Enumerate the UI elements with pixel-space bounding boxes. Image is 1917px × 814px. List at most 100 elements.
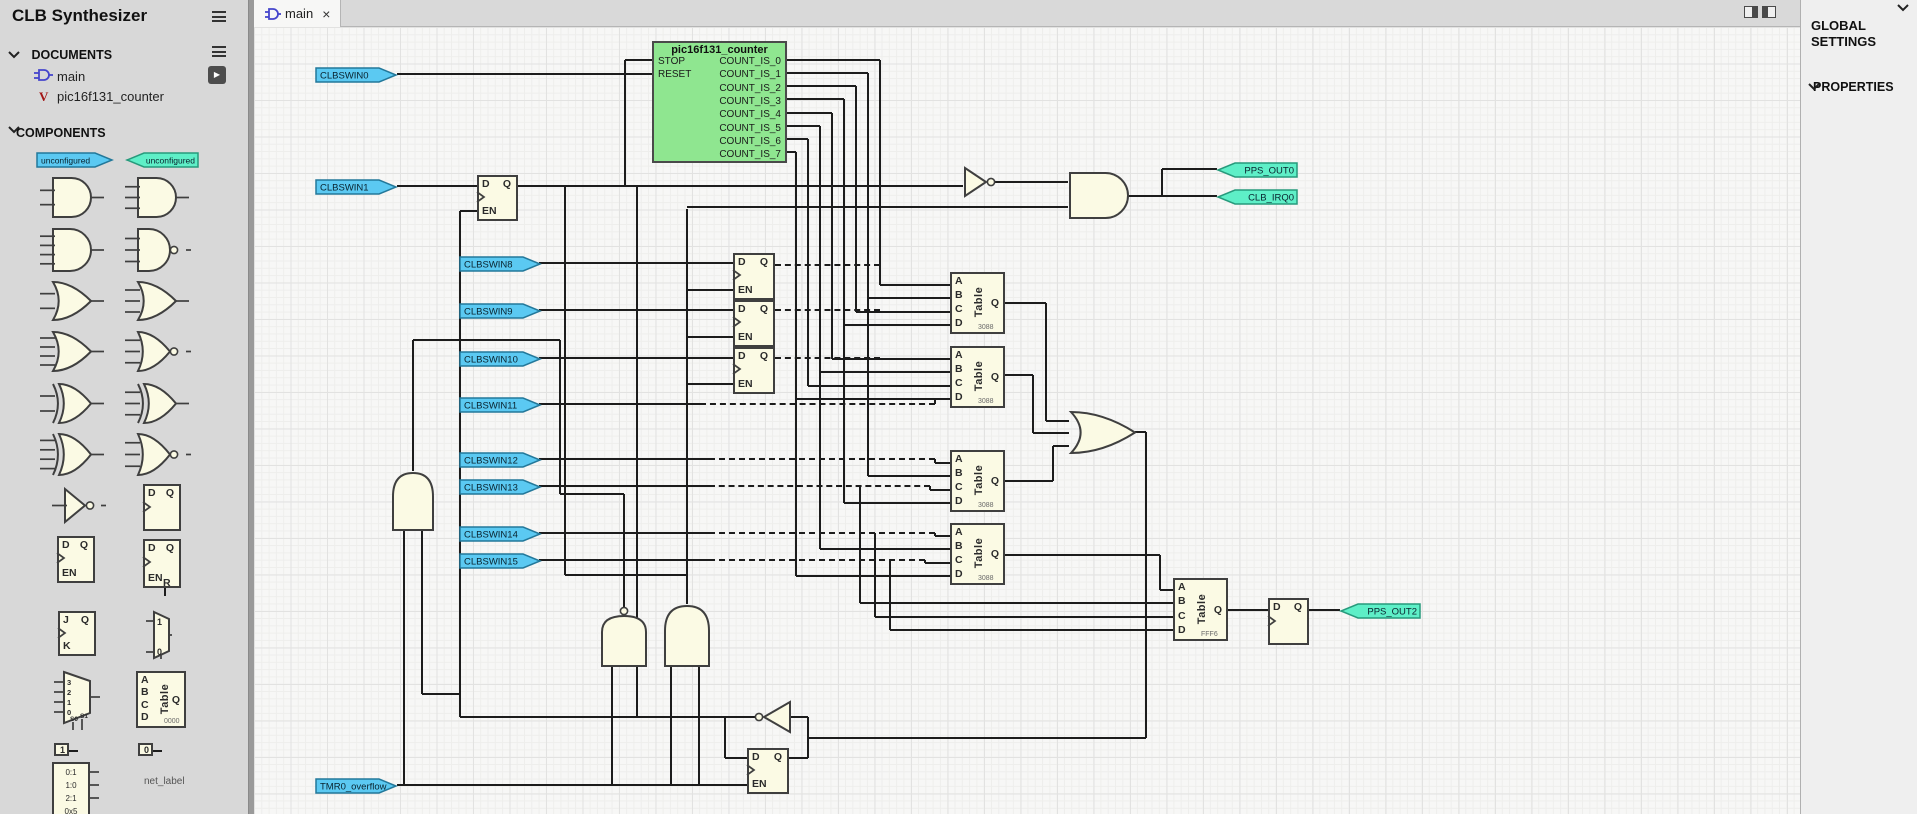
andup-gate[interactable] [391,471,435,532]
split-pane-left-icon[interactable] [1744,6,1758,18]
wire [790,716,808,718]
palette-item-xor2[interactable] [40,381,104,426]
notleft-gate[interactable] [752,700,792,734]
schematic-input-pin[interactable]: CLBSWIN1 [315,179,398,196]
wire [787,59,880,61]
lut-table[interactable]: ABCDTableQ3088 [950,346,1005,408]
palette-item-xor4[interactable] [40,431,104,478]
schematic-input-pin[interactable]: CLBSWIN11 [459,397,542,414]
schematic-canvas[interactable]: CLBSWIN0 CLBSWIN1 CLBSWIN8 CLBSWIN9 CLBS… [254,27,1800,814]
wire [855,86,857,312]
palette-item-and3[interactable] [125,176,189,219]
label: B [141,686,149,698]
palette-item-and2[interactable] [40,176,104,219]
palette-item-nand3[interactable] [125,227,191,273]
palette-item-mux2[interactable]: 1 0 [146,611,172,659]
d-flipflop[interactable]: DQEN [733,300,775,347]
lut-table[interactable]: ABCDTableQFFF6 [1173,578,1228,641]
palette-item-or2[interactable] [40,279,104,323]
chevron-down-icon[interactable] [1897,4,1909,12]
palette-item-constant[interactable]: 1 [54,743,69,756]
svg-text:unconfigured: unconfigured [146,156,195,166]
clb-synthesizer-app: CLB Synthesizer DOCUMENTS main ▶ V pic16… [0,0,1917,814]
label: Q [760,350,768,362]
global-settings-title-line1: GLOBAL [1811,18,1866,33]
label: COUNT_IS_0 [719,56,781,67]
documents-section-header[interactable]: DOCUMENTS [8,48,112,62]
label: C [955,481,963,493]
palette-item-or3[interactable] [125,279,189,323]
svg-text:1:0: 1:0 [65,781,77,790]
palette-item-counter[interactable]: 0:11:02:10x5 [52,762,101,814]
hdl-block-pic16f131-counter[interactable]: pic16f131_counterSTOPRESETCOUNT_IS_0COUN… [652,41,787,163]
wire [856,311,950,313]
schematic-input-pin[interactable]: CLBSWIN9 [459,303,542,320]
palette-item-jk-ff[interactable]: JQK [58,611,96,656]
palette-item-xor3[interactable] [125,381,189,426]
or-gate[interactable] [1069,409,1137,456]
lut-table[interactable]: ABCDTableQ3088 [950,272,1005,334]
wire [1145,432,1147,738]
palette-item-net-label[interactable]: net_label [144,776,185,787]
svg-text:3: 3 [67,678,71,687]
palette-item-xnor3[interactable] [125,431,191,478]
tab-main[interactable]: main × [254,0,341,27]
palette-item-dff-en-r[interactable]: DQENR [143,539,181,588]
label: Q [991,548,999,560]
documents-menu-icon[interactable] [212,46,226,57]
split-pane-right-icon[interactable] [1762,6,1776,18]
schematic-input-pin[interactable]: CLBSWIN10 [459,351,542,368]
schematic-output-pin[interactable]: CLB_IRQ0 [1217,189,1299,206]
label: Table [973,361,985,391]
wire [460,210,477,212]
schematic-output-pin[interactable]: PPS_OUT2 [1340,603,1422,620]
schematic-input-pin[interactable]: CLBSWIN0 [315,67,398,84]
schematic-input-pin[interactable]: CLBSWIN8 [459,256,542,273]
wire [164,588,166,596]
label: COUNT_IS_3 [719,96,781,107]
close-tab-icon[interactable]: × [322,7,330,21]
schematic-input-pin[interactable]: TMR0_overflow [315,778,398,795]
palette-item-not[interactable] [52,487,106,524]
palette-item-output-pin[interactable]: unconfigured [126,152,200,169]
palette-item-dff-en[interactable]: DQEN [57,536,95,583]
andup-gate[interactable] [663,604,711,668]
palette-item-or4[interactable] [40,329,104,374]
d-flipflop[interactable]: DQ [1268,598,1309,645]
lut-table[interactable]: ABCDTableQ3088 [950,450,1005,512]
lut-table[interactable]: ABCDTableQ3088 [950,523,1005,585]
d-flipflop[interactable]: DQEN [477,175,518,221]
label: 1 [60,745,65,755]
nandup-gate[interactable] [600,606,648,668]
label: Q [991,297,999,309]
schematic-input-pin[interactable]: CLBSWIN15 [459,553,542,570]
palette-item-constant[interactable]: 0 [138,743,153,756]
schematic-input-pin[interactable]: CLBSWIN14 [459,526,542,543]
properties-section-header[interactable]: PROPERTIES [1808,80,1894,94]
d-flipflop[interactable]: DQEN [747,748,789,794]
wire [934,459,936,463]
wire [787,85,856,87]
palette-item-input-pin[interactable]: unconfigured [36,152,114,169]
wire [1160,589,1173,591]
schematic-input-pin[interactable]: CLBSWIN13 [459,479,542,496]
d-flipflop[interactable]: DQEN [733,253,775,300]
and-gate[interactable] [1068,171,1130,220]
schematic-input-pin[interactable]: CLBSWIN12 [459,452,542,469]
schematic-output-pin[interactable]: PPS_OUT0 [1217,162,1299,179]
palette-item-nor3[interactable] [125,329,191,374]
label: 3088 [978,398,994,405]
d-flipflop[interactable]: DQEN [733,347,775,394]
palette-item-dff[interactable]: DQ [143,484,181,531]
label: Q [503,178,511,190]
not-gate[interactable] [963,166,996,198]
label: A [955,349,963,361]
wire [868,475,950,477]
palette-item-and4[interactable] [40,227,104,273]
svg-text:CLBSWIN0: CLBSWIN0 [320,71,369,82]
palette-item-mux4[interactable]: 3210 S0 S1 [54,671,100,731]
palette-item-lut[interactable]: ABCDTableQ0000 [136,671,186,728]
run-document-button[interactable]: ▶ [208,66,226,84]
components-section-header[interactable]: COMPONENTS [8,126,106,140]
app-menu-icon[interactable] [212,11,226,22]
